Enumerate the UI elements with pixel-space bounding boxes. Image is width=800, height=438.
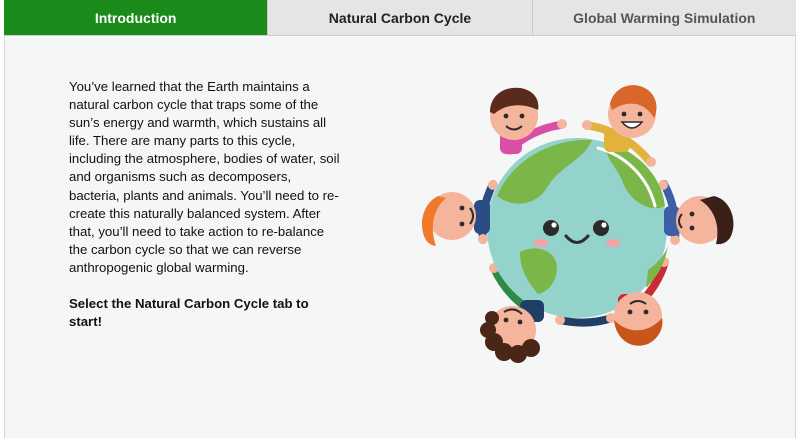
tab-global-warming-simulation[interactable]: Global Warming Simulation: [532, 0, 796, 35]
start-instruction: Select the Natural Carbon Cycle tab to s…: [69, 296, 309, 330]
tab-bar: Introduction Natural Carbon Cycle Global…: [4, 0, 796, 36]
smiling-earth-with-people-icon: [422, 85, 734, 363]
intro-text-block: You’ve learned that the Earth maintains …: [69, 78, 341, 331]
tab-natural-carbon-cycle[interactable]: Natural Carbon Cycle: [268, 0, 533, 35]
intro-paragraph: You’ve learned that the Earth maintains …: [69, 79, 340, 275]
tab-introduction[interactable]: Introduction: [4, 0, 269, 35]
